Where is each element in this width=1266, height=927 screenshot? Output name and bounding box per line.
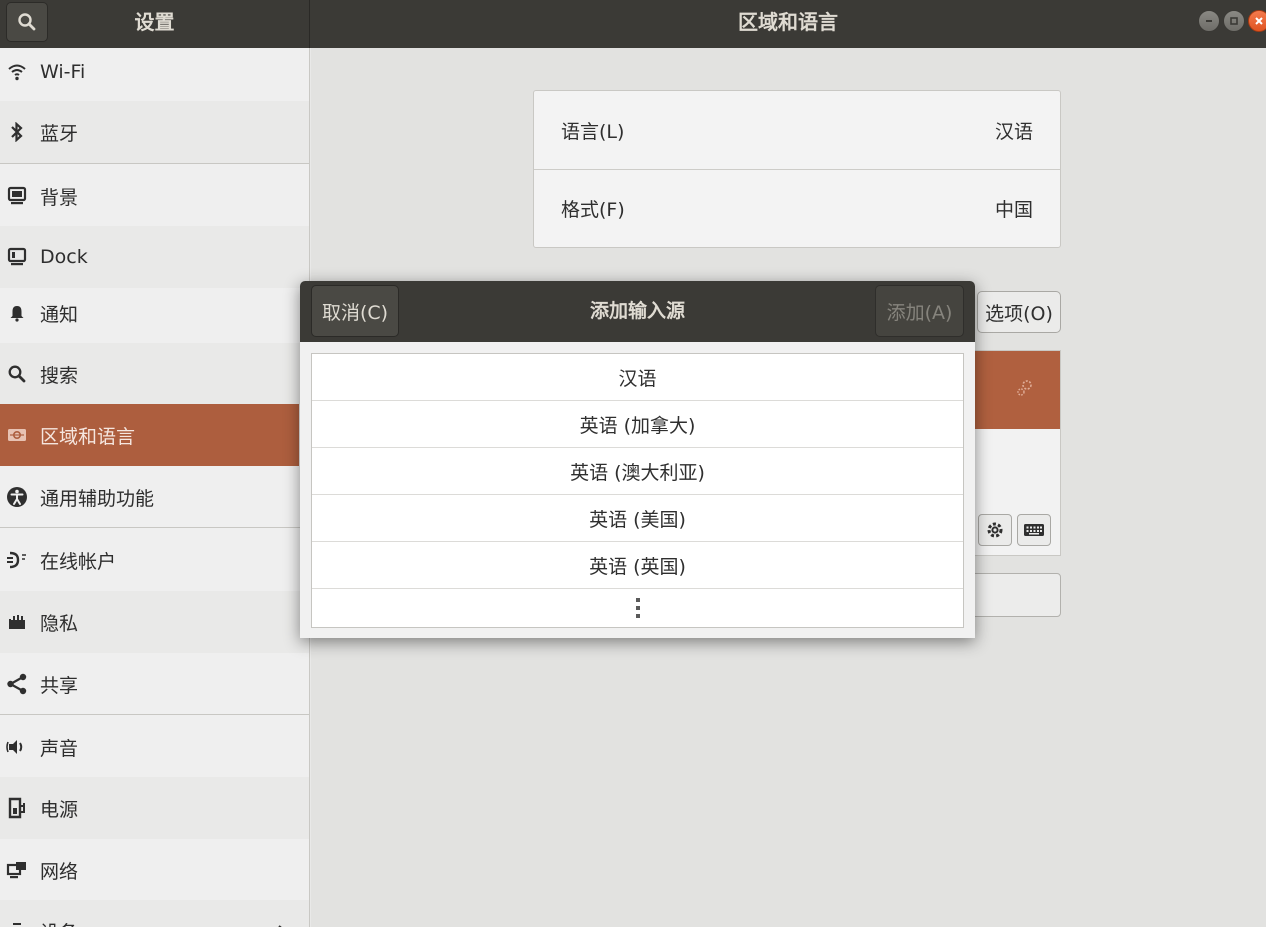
sidebar-item-label: 区域和语言 <box>40 425 136 448</box>
search-button[interactable] <box>6 2 48 42</box>
sidebar-item-sharing[interactable]: 共享 <box>0 653 309 715</box>
search-icon <box>8 365 26 383</box>
window-controls <box>1198 10 1266 32</box>
sidebar-item-accessibility[interactable]: 通用辅助功能 <box>0 466 309 528</box>
sidebar-item-label: 电源 <box>40 798 79 821</box>
sidebar-item-region-language[interactable]: 区域和语言 <box>0 404 299 466</box>
list-item[interactable]: 汉语 <box>312 354 963 401</box>
sidebar-item-label: Wi-Fi <box>40 61 86 83</box>
more-vertical-icon <box>635 598 640 618</box>
dialog-header: 添加输入源 取消(C) 添加(A) <box>300 281 975 342</box>
minimize-button[interactable] <box>1198 10 1220 32</box>
sidebar-item-label: 共享 <box>40 674 79 697</box>
app-title: 设置 <box>134 10 175 34</box>
privacy-hand-icon <box>9 615 25 629</box>
region-language-icon <box>8 429 26 441</box>
sidebar-item-label: 搜索 <box>40 364 79 387</box>
close-button[interactable] <box>1248 10 1266 32</box>
sidebar-header: 设置 <box>0 0 310 48</box>
sidebar-item-label: 在线帐户 <box>40 550 117 573</box>
search-icon <box>18 13 36 31</box>
login-screen-button[interactable] <box>970 573 1061 617</box>
list-item[interactable]: 英语 (英国) <box>312 542 963 589</box>
list-item[interactable]: 英语 (美国) <box>312 495 963 542</box>
keyboard-icon <box>1024 524 1044 536</box>
sidebar-item-background[interactable]: 背景 <box>0 165 309 227</box>
header-bar: 设置 区域和语言 <box>0 0 1266 48</box>
sidebar-item-dock[interactable]: Dock <box>0 226 309 288</box>
format-label: 格式(F) <box>561 199 625 221</box>
share-icon <box>7 673 27 695</box>
sidebar-item-label: 通用辅助功能 <box>40 487 155 510</box>
dock-icon <box>7 247 27 266</box>
sidebar-item-online-accounts[interactable]: 在线帐户 <box>0 529 309 591</box>
background-icon <box>7 186 27 205</box>
power-icon <box>8 797 25 819</box>
gear-icon <box>1017 380 1032 396</box>
keyboard-layout-button[interactable] <box>1017 514 1051 546</box>
sidebar-item-label: 蓝牙 <box>40 122 79 145</box>
add-button[interactable]: 添加(A) <box>875 285 964 337</box>
online-accounts-icon <box>7 551 26 569</box>
format-row[interactable]: 格式(F) 中国 <box>534 169 1060 247</box>
sidebar-item-privacy[interactable]: 隐私 <box>0 591 309 653</box>
sidebar-item-power[interactable]: 电源 <box>0 777 309 839</box>
gear-icon <box>987 522 1003 538</box>
list-item[interactable]: 英语 (澳大利亚) <box>312 448 963 495</box>
options-button[interactable]: 选项(O) <box>977 291 1061 333</box>
wifi-icon <box>8 64 26 81</box>
sidebar-item-label: 声音 <box>40 737 79 760</box>
input-source-settings-button[interactable] <box>978 514 1012 546</box>
sidebar-item-label: 设备 <box>40 918 78 927</box>
language-format-box: 语言(L) 汉语 格式(F) 中国 <box>533 90 1061 248</box>
list-item[interactable]: 英语 (加拿大) <box>312 401 963 448</box>
speaker-icon <box>6 740 23 754</box>
sidebar-item-network[interactable]: 网络 <box>0 839 309 901</box>
maximize-button[interactable] <box>1223 10 1245 32</box>
sidebar-item-label: 背景 <box>40 186 79 209</box>
sidebar-item-wifi[interactable]: Wi-Fi <box>0 48 309 100</box>
language-row[interactable]: 语言(L) 汉语 <box>534 91 1060 169</box>
language-value: 汉语 <box>994 120 1033 143</box>
sidebar-item-label: 隐私 <box>40 612 79 635</box>
sidebar-item-label: Dock <box>40 246 88 268</box>
format-value: 中国 <box>994 199 1033 221</box>
dialog-title: 添加输入源 <box>589 300 685 322</box>
more-languages-button[interactable] <box>312 589 963 627</box>
page-title: 区域和语言 <box>738 10 838 34</box>
maximize-icon <box>1230 17 1238 25</box>
content-header: 区域和语言 <box>310 0 1266 48</box>
accessibility-icon <box>7 487 27 507</box>
bluetooth-icon <box>11 122 23 142</box>
sidebar-item-search[interactable]: 搜索 <box>0 343 309 405</box>
close-icon <box>1255 17 1263 25</box>
sidebar-item-label: 通知 <box>40 303 79 326</box>
selected-input-source-row[interactable] <box>971 351 1060 429</box>
sidebar-item-sound[interactable]: 声音 <box>0 716 309 778</box>
minimize-icon <box>1206 20 1212 22</box>
devices-icon <box>13 923 21 925</box>
cancel-button[interactable]: 取消(C) <box>311 285 399 337</box>
sidebar: Wi-Fi 蓝牙 背景 Dock 通知 搜索 区域和语言 通用辅助功能 在线帐户… <box>0 48 310 927</box>
input-source-list: 汉语 英语 (加拿大) 英语 (澳大利亚) 英语 (美国) 英语 (英国) <box>311 353 964 628</box>
sidebar-item-devices[interactable]: 设备 <box>0 900 309 927</box>
bell-icon <box>10 306 24 322</box>
sidebar-item-bluetooth[interactable]: 蓝牙 <box>0 101 309 163</box>
sidebar-item-label: 网络 <box>40 860 79 883</box>
network-icon <box>6 862 26 879</box>
sidebar-item-notifications[interactable]: 通知 <box>0 282 309 344</box>
add-input-source-dialog: 添加输入源 取消(C) 添加(A) 汉语 英语 (加拿大) 英语 (澳大利亚) … <box>300 281 975 638</box>
language-label: 语言(L) <box>561 120 625 143</box>
